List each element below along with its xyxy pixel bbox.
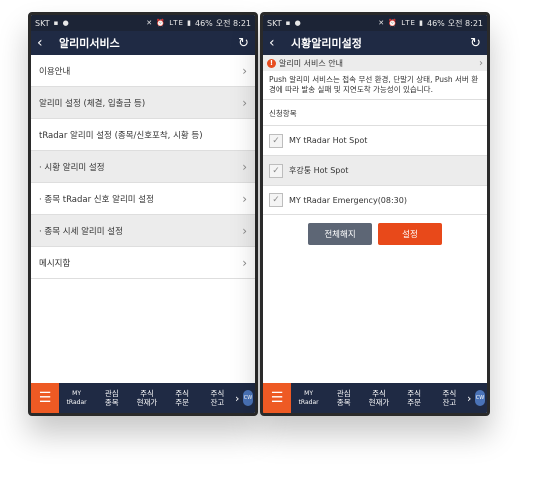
option-label: MY tRadar Emergency(08:30) — [289, 195, 407, 205]
button-row: 전체해지 설정 — [263, 223, 487, 245]
menu-item-label: tRadar 알리미 설정 (종목/신호포착, 시황 등) — [39, 130, 203, 141]
tab-stock-balance[interactable]: 주식 잔고 — [434, 389, 464, 407]
cancel-all-button[interactable]: 전체해지 — [308, 223, 372, 245]
chevron-right-icon: › — [242, 255, 247, 270]
chevron-right-icon: › — [242, 159, 247, 174]
tab-watchlist[interactable]: 관심 종목 — [97, 389, 127, 407]
option-my-tradar-hot-spot[interactable]: ✓ MY tRadar Hot Spot — [263, 125, 487, 155]
bottom-nav: ☰ MY tRadar 관심 종목 주식 현재가 주식 주문 주식 잔고 › C… — [31, 383, 255, 413]
menu-item-label: · 시황 알리미 설정 — [39, 162, 105, 173]
set-button[interactable]: 설정 — [378, 223, 442, 245]
page-title: 시황알리미설정 — [291, 37, 362, 50]
menu-item-tradar-signal-alert[interactable]: · 종목 tRadar 신호 알리미 설정 › — [31, 183, 255, 215]
notice-title: 알리미 서비스 안내 — [279, 58, 343, 68]
notification-icons: ▪ ● — [53, 19, 70, 27]
tab-stock-order[interactable]: 주식 주문 — [167, 389, 197, 407]
menu-item-usage-guide[interactable]: 이용안내 › — [31, 55, 255, 87]
hamburger-menu-icon[interactable]: ☰ — [263, 383, 291, 413]
signal-icons: ✕ ⏰ LTE ▮ — [146, 19, 192, 27]
chevron-right-icon: › — [242, 63, 247, 78]
signal-icons: ✕ ⏰ LTE ▮ — [378, 19, 424, 27]
hamburger-menu-icon[interactable]: ☰ — [31, 383, 59, 413]
tab-watchlist[interactable]: 관심 종목 — [329, 389, 359, 407]
notification-icons: ▪ ● — [285, 19, 302, 27]
battery-level: 46% — [194, 18, 213, 28]
warning-icon: ! — [267, 58, 276, 68]
menu-item-label: · 종목 tRadar 신호 알리미 설정 — [39, 194, 154, 205]
chevron-right-icon: › — [479, 57, 483, 69]
menu-item-message-box[interactable]: 메시지함 › — [31, 247, 255, 279]
notice-header[interactable]: ! 알리미 서비스 안내 › — [263, 55, 487, 71]
tab-my-tradar[interactable]: MY tRadar — [294, 389, 324, 407]
menu-item-alert-settings[interactable]: 알리미 설정 (체결, 입출금 등) › — [31, 87, 255, 119]
chevron-right-icon: › — [242, 95, 247, 110]
refresh-icon[interactable]: ↻ — [238, 36, 249, 51]
menu-item-label: 메시지함 — [39, 258, 71, 269]
cw-badge[interactable]: CW — [243, 390, 253, 406]
tab-stock-price[interactable]: 주식 현재가 — [132, 389, 162, 407]
phone-screen-alert-service: SKT ▪ ● ✕ ⏰ LTE ▮ 46% 오전 8:21 ‹ 알리미서비스 ↻… — [28, 12, 258, 416]
bottom-nav: ☰ MY tRadar 관심 종목 주식 현재가 주식 주문 주식 잔고 › C… — [263, 383, 487, 413]
chevron-right-icon: › — [242, 191, 247, 206]
chevron-right-icon[interactable]: › — [467, 392, 475, 405]
tab-stock-price[interactable]: 주식 현재가 — [364, 389, 394, 407]
chevron-right-icon: › — [242, 223, 247, 238]
refresh-icon[interactable]: ↻ — [470, 36, 481, 51]
carrier-label: SKT — [267, 18, 282, 28]
check-icon[interactable]: ✓ — [269, 193, 283, 207]
menu-item-tradar-settings-header: tRadar 알리미 설정 (종목/신호포착, 시황 등) — [31, 119, 255, 151]
title-bar: ‹ 알리미서비스 ↻ — [31, 31, 255, 55]
notice-text: Push 알리미 서비스는 접속 무선 환경, 단말기 상태, Push 서버 … — [263, 71, 487, 100]
page-title: 알리미서비스 — [59, 37, 120, 50]
menu-item-label: 알리미 설정 (체결, 입출금 등) — [39, 98, 146, 109]
phone-screen-market-alert-settings: SKT ▪ ● ✕ ⏰ LTE ▮ 46% 오전 8:21 ‹ 시황알리미설정 … — [260, 12, 490, 416]
status-bar: SKT ▪ ● ✕ ⏰ LTE ▮ 46% 오전 8:21 — [31, 15, 255, 31]
menu-item-label: 이용안내 — [39, 66, 71, 77]
option-label: MY tRadar Hot Spot — [289, 136, 368, 145]
back-arrow-icon[interactable]: ‹ — [37, 35, 53, 51]
section-label: 신청항목 — [269, 109, 297, 118]
menu-item-price-alert[interactable]: · 종목 시세 알리미 설정 › — [31, 215, 255, 247]
clock: 오전 8:21 — [447, 18, 483, 28]
back-arrow-icon[interactable]: ‹ — [269, 35, 285, 51]
cw-badge[interactable]: CW — [475, 390, 485, 406]
tab-my-tradar[interactable]: MY tRadar — [62, 389, 92, 407]
battery-level: 46% — [426, 18, 445, 28]
tab-stock-order[interactable]: 주식 주문 — [399, 389, 429, 407]
option-label: 후강퉁 Hot Spot — [289, 166, 349, 175]
title-bar: ‹ 시황알리미설정 ↻ — [263, 31, 487, 55]
check-icon[interactable]: ✓ — [269, 133, 283, 148]
status-bar: SKT ▪ ● ✕ ⏰ LTE ▮ 46% 오전 8:21 — [263, 15, 487, 31]
clock: 오전 8:21 — [215, 18, 251, 28]
service-menu: 이용안내 › 알리미 설정 (체결, 입출금 등) › tRadar 알리미 설… — [31, 55, 255, 279]
option-my-tradar-emergency[interactable]: ✓ MY tRadar Emergency(08:30) — [263, 185, 487, 215]
chevron-right-icon[interactable]: › — [235, 392, 243, 405]
menu-item-label: · 종목 시세 알리미 설정 — [39, 226, 123, 237]
option-hugangtong-hot-spot[interactable]: ✓ 후강퉁 Hot Spot — [263, 155, 487, 185]
carrier-label: SKT — [35, 18, 50, 28]
check-icon[interactable]: ✓ — [269, 163, 283, 178]
menu-item-market-alert[interactable]: · 시황 알리미 설정 › — [31, 151, 255, 183]
tab-stock-balance[interactable]: 주식 잔고 — [202, 389, 232, 407]
